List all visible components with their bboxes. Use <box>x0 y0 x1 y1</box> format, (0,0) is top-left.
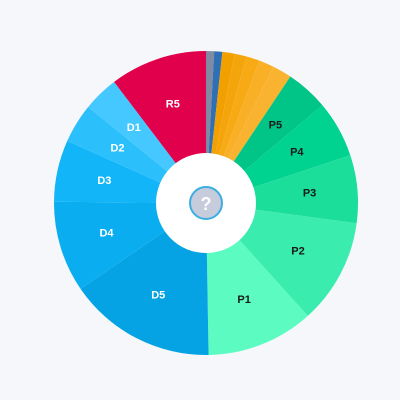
help-icon: ? <box>201 194 212 214</box>
slice-label-p5: P5 <box>269 120 282 132</box>
donut-chart-svg: P5 P4 P3 P2 P1 D5 D4 D3 D2D1 R5 ? <box>54 50 359 356</box>
slice-label-d4: D4 <box>99 227 114 239</box>
slice-label-p3: P3 <box>303 187 316 199</box>
slice-label-d3: D3 <box>97 175 111 187</box>
donut-chart: P5 P4 P3 P2 P1 D5 D4 D3 D2 D1 R5 ? <box>0 0 400 400</box>
slice-label-r5: R5 <box>166 98 180 110</box>
slice-label-p4: P4 <box>290 146 304 158</box>
slice-label-p1: P1 <box>237 294 250 306</box>
slice-label-d2: D2 <box>110 142 124 154</box>
help-button[interactable]: ? <box>189 186 223 220</box>
slice-label-p2: P2 <box>291 246 304 258</box>
slice-label-d1: D1 <box>127 122 141 134</box>
slice-label-d5: D5 <box>151 289 165 301</box>
